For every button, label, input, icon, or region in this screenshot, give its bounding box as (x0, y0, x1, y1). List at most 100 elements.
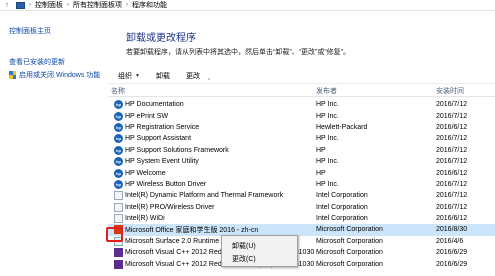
breadcrumb-all-items[interactable]: 所有控制面板项 (73, 0, 122, 10)
program-name: HP Documentation (125, 101, 184, 109)
left-pane: 控制面板主页 查看已安装的更新 启用或关闭 Windows 功能 (0, 12, 108, 276)
table-row[interactable]: Microsoft Visual C++ 2012 Redistributabl… (108, 258, 495, 269)
context-menu-uninstall[interactable]: 卸载(U) (222, 239, 297, 252)
intel-icon (114, 214, 123, 224)
program-installed-date: 2016/7/12 (436, 135, 468, 143)
program-publisher: HP Inc. (316, 135, 339, 143)
program-installed-date: 2016/7/12 (436, 180, 468, 188)
column-header-installed-on[interactable]: 安装时间 (436, 86, 464, 96)
change-button[interactable]: 更改 (178, 71, 208, 81)
program-publisher: Microsoft Corporation (316, 237, 383, 245)
hp-icon: hp (114, 100, 123, 110)
table-row[interactable]: hp HP Support Assistant HP Inc. 2016/7/12 (108, 133, 495, 144)
address-bar[interactable]: ↑ › 控制面板 › 所有控制面板项 › 程序和功能 (0, 0, 495, 11)
uninstall-button[interactable]: 卸载 (148, 71, 178, 81)
program-installed-date: 2016/7/12 (436, 203, 468, 211)
table-row[interactable]: Intel(R) Dynamic Platform and Thermal Fr… (108, 190, 495, 201)
table-row[interactable]: Intel(R) WiDi Intel Corporation 2016/6/12 (108, 213, 495, 224)
program-installed-date: 2016/6/12 (436, 123, 468, 131)
control-panel-home-link[interactable]: 控制面板主页 (9, 26, 51, 36)
program-installed-date: 2016/7/12 (436, 112, 468, 120)
program-installed-date: 2016/6/29 (436, 249, 468, 257)
program-publisher: Intel Corporation (316, 203, 368, 211)
organize-button[interactable]: 组织 ▼ (110, 71, 148, 81)
intel-icon (114, 191, 123, 201)
view-installed-updates-link[interactable]: 查看已安装的更新 (9, 57, 65, 67)
chevron-right-icon[interactable]: › (29, 2, 31, 8)
toolbar: 组织 ▼ 卸载 更改 (108, 69, 495, 84)
program-name: HP Support Assistant (125, 135, 192, 143)
vc-icon (114, 248, 123, 258)
program-installed-date: 2016/6/12 (436, 169, 468, 177)
page-title: 卸载或更改程序 (126, 33, 196, 44)
hp-icon: hp (114, 145, 123, 155)
hp-icon: hp (114, 179, 123, 189)
program-publisher: HP Inc. (316, 158, 339, 166)
program-installed-date: 2016/7/12 (436, 192, 468, 200)
program-installed-date: 2016/8/30 (436, 226, 468, 234)
table-row[interactable]: Microsoft Visual C++ 2012 Redistributabl… (108, 247, 495, 258)
program-installed-date: 2016/7/12 (436, 158, 468, 166)
program-publisher: Microsoft Corporation (316, 226, 383, 234)
program-publisher: Microsoft Corporation (316, 260, 383, 268)
program-list: hp HP Documentation HP Inc. 2016/7/12 hp HP e… (108, 99, 495, 270)
shield-icon (9, 71, 16, 79)
program-publisher: Microsoft Corporation (316, 249, 383, 257)
hp-icon: hp (114, 157, 123, 167)
program-publisher: HP (316, 146, 326, 154)
sort-ascending-icon: ^ (208, 78, 211, 84)
main-pane: 卸载或更改程序 若要卸载程序，请从列表中将其选中，然后单击“卸载”、“更改”或“… (108, 12, 495, 276)
organize-label: 组织 (118, 73, 132, 80)
chevron-down-icon: ▼ (135, 73, 140, 79)
program-name: Intel(R) PRO/Wireless Driver (125, 203, 215, 211)
table-row[interactable]: Intel(R) PRO/Wireless Driver Intel Corpor… (108, 202, 495, 213)
table-row[interactable]: hp HP System Event Utility HP Inc. 2016/7/1… (108, 156, 495, 167)
program-name: Microsoft Surface 2.0 Runtime (125, 237, 220, 245)
column-header-publisher[interactable]: 发布者 (316, 86, 337, 96)
program-installed-date: 2016/7/12 (436, 146, 468, 154)
program-name: Microsoft Office 家庭和学生版 2016 - zh-cn (125, 226, 259, 234)
context-menu-change[interactable]: 更改(C) (222, 252, 297, 265)
breadcrumb-control-panel[interactable]: 控制面板 (35, 0, 63, 10)
program-name: HP Registration Service (125, 123, 200, 131)
page-description: 若要卸载程序，请从列表中将其选中，然后单击“卸载”、“更改”或“修复”。 (126, 49, 350, 56)
hp-icon: hp (114, 168, 123, 178)
table-row[interactable]: Microsoft Office 家庭和学生版 2016 - zh-cn Micr… (108, 224, 495, 236)
column-headers: ^ 名称 发布者 安装时间 (108, 78, 495, 97)
chevron-right-icon[interactable]: › (67, 2, 69, 8)
chevron-right-icon[interactable]: › (126, 2, 128, 8)
hp-icon: hp (114, 134, 123, 144)
program-name: HP Support Solutions Framework (125, 146, 229, 154)
table-row[interactable]: Microsoft Surface 2.0 Runtime Microsoft C… (108, 236, 495, 247)
breadcrumb-programs[interactable]: 程序和功能 (132, 0, 167, 10)
column-header-name[interactable]: 名称 (111, 86, 125, 96)
program-installed-date: 2016/6/12 (436, 215, 468, 223)
table-row[interactable]: hp HP Support Solutions Framework HP 2016/7… (108, 145, 495, 156)
program-name: HP System Event Utility (125, 158, 199, 166)
program-publisher: Intel Corporation (316, 192, 368, 200)
program-name: HP Wireless Button Driver (125, 180, 207, 188)
context-menu: 卸载(U) 更改(C) (221, 235, 298, 267)
program-name: Intel(R) Dynamic Platform and Thermal Fr… (125, 192, 284, 200)
program-name: HP Welcome (125, 169, 166, 177)
intel-icon (114, 202, 123, 212)
table-row[interactable]: hp HP Welcome HP 2016/6/12 (108, 167, 495, 178)
highlight-box (106, 227, 123, 242)
program-name: HP ePrint SW (125, 112, 169, 120)
program-publisher: Intel Corporation (316, 215, 368, 223)
program-publisher: HP (316, 169, 326, 177)
hp-icon: hp (114, 122, 123, 132)
windows-features-link[interactable]: 启用或关闭 Windows 功能 (9, 70, 100, 80)
program-publisher: Hewlett-Packard (316, 123, 368, 131)
control-panel-icon (16, 1, 25, 9)
table-row[interactable]: hp HP Wireless Button Driver HP Inc. 2016/7… (108, 179, 495, 190)
table-row[interactable]: hp HP Documentation HP Inc. 2016/7/12 (108, 99, 495, 110)
program-installed-date: 2016/4/6 (436, 237, 464, 245)
up-arrow-icon[interactable]: ↑ (0, 0, 14, 11)
program-publisher: HP Inc. (316, 112, 339, 120)
table-row[interactable]: hp HP ePrint SW HP Inc. 2016/7/12 (108, 110, 495, 121)
table-row[interactable]: hp HP Registration Service Hewlett-Packard… (108, 122, 495, 133)
program-installed-date: 2016/7/12 (436, 101, 468, 109)
hp-icon: hp (114, 111, 123, 121)
program-publisher: HP Inc. (316, 180, 339, 188)
